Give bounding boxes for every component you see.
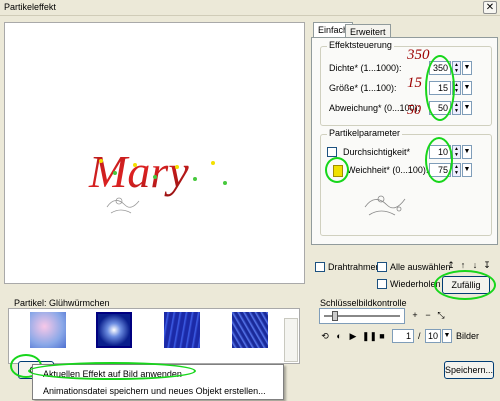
mary-text-graphic: Mary	[88, 146, 227, 214]
partikelparameter-group: Partikelparameter Durchsichtigkeit* 10 ▲…	[320, 128, 492, 236]
title-bar: Partikeleffekt ✕	[0, 0, 500, 16]
ornament-icon	[106, 197, 140, 214]
remove-keyframe-icon[interactable]: −	[423, 310, 433, 320]
preview-canvas: Mary	[4, 22, 305, 284]
tab-panel-einfach: Effektsteuerung Dichte* (1...1000): 350 …	[311, 37, 498, 245]
frame-separator: /	[418, 331, 421, 341]
add-keyframe-icon[interactable]: +	[410, 310, 420, 320]
highlight-ellipse-menu	[28, 362, 196, 380]
groesse-dropdown[interactable]: ▼	[462, 81, 472, 95]
play-icon[interactable]: ▶	[348, 331, 358, 341]
dichte-label: Dichte* (1...1000):	[329, 63, 402, 73]
frame-dropdown[interactable]: ▼	[442, 329, 452, 343]
drahtrahmen-label: Drahtrahmen	[328, 262, 381, 272]
frame-total[interactable]: 10	[425, 329, 441, 343]
keyframe-slider[interactable]	[319, 308, 405, 324]
partikelparameter-title: Partikelparameter	[327, 128, 403, 138]
slider-thumb[interactable]	[332, 311, 338, 321]
handwritten-abweichung: 50	[407, 103, 421, 118]
loop-icon[interactable]: ⟲	[320, 331, 330, 341]
abweichung-spinner[interactable]: ▲ ▼	[452, 101, 461, 115]
particle-thumb-4[interactable]	[232, 312, 268, 348]
arrow-down-end-icon[interactable]: ↧	[482, 260, 492, 270]
particle-scrollbar[interactable]	[284, 318, 298, 362]
speichern-button[interactable]: Speichern...	[444, 361, 494, 379]
drahtrahmen-checkbox[interactable]	[315, 262, 325, 272]
menu-item-save-animation[interactable]: Animationsdatei speichern und neues Obje…	[33, 383, 283, 400]
handwritten-groesse: 15	[407, 75, 422, 91]
alle-auswaehlen-checkbox[interactable]	[377, 262, 387, 272]
effektsteuerung-group: Effektsteuerung Dichte* (1...1000): 350 …	[320, 40, 492, 126]
handwritten-dichte: 350	[407, 47, 430, 63]
preview-image: Mary	[85, 143, 239, 219]
highlight-ellipse-swatch	[325, 157, 349, 183]
frame-input[interactable]: 1	[392, 329, 414, 343]
rewind-icon[interactable]: ◐	[334, 331, 344, 341]
weichheit-spinner[interactable]: ▲ ▼	[452, 163, 461, 177]
close-icon[interactable]: ✕	[483, 1, 497, 14]
alle-auswaehlen-label: Alle auswählen	[390, 262, 451, 272]
weichheit-dropdown[interactable]: ▼	[462, 163, 472, 177]
window-title: Partikeleffekt	[4, 2, 56, 12]
wiederholen-checkbox[interactable]	[377, 279, 387, 289]
durchsichtigkeit-spinner[interactable]: ▲ ▼	[452, 145, 461, 159]
particle-thumb-3[interactable]	[164, 312, 200, 348]
particle-thumb-1[interactable]	[30, 312, 66, 348]
keyframe-label: Schlüsselbildkontrolle	[320, 298, 407, 308]
highlight-ellipse-effekt	[425, 55, 455, 121]
groesse-label: Größe* (1...100):	[329, 83, 397, 93]
durchsichtigkeit-dropdown[interactable]: ▼	[462, 145, 472, 159]
durchsichtigkeit-checkbox[interactable]	[327, 147, 337, 157]
durchsichtigkeit-label: Durchsichtigkeit*	[343, 147, 411, 157]
frames-unit-label: Bilder	[456, 331, 480, 341]
arrow-up-icon[interactable]: ↑	[458, 260, 468, 270]
pause-icon[interactable]: ❚❚	[362, 331, 377, 341]
effektsteuerung-title: Effektsteuerung	[327, 40, 394, 50]
dichte-dropdown[interactable]: ▼	[462, 61, 472, 75]
partikel-label: Partikel: Glühwürmchen	[14, 298, 110, 308]
preview-word: Mary	[88, 146, 189, 197]
arrow-down-icon[interactable]: ↓	[470, 260, 480, 270]
tab-erweitert[interactable]: Erweitert	[345, 24, 391, 37]
particle-preview-icon	[364, 195, 406, 216]
particle-thumb-selected[interactable]	[96, 312, 132, 348]
wiederholen-label: Wiederholen	[390, 279, 441, 289]
weichheit-label: Weichheit* (0...100):	[347, 165, 429, 175]
arrow-up-end-icon[interactable]: ↥	[446, 260, 456, 270]
abweichung-dropdown[interactable]: ▼	[462, 101, 472, 115]
highlight-ellipse-zufaellig	[434, 270, 496, 300]
diagonal-tool-icon[interactable]: ⤡	[436, 310, 446, 320]
stop-icon[interactable]: ■	[377, 331, 387, 341]
highlight-ellipse-partikel	[425, 137, 453, 183]
